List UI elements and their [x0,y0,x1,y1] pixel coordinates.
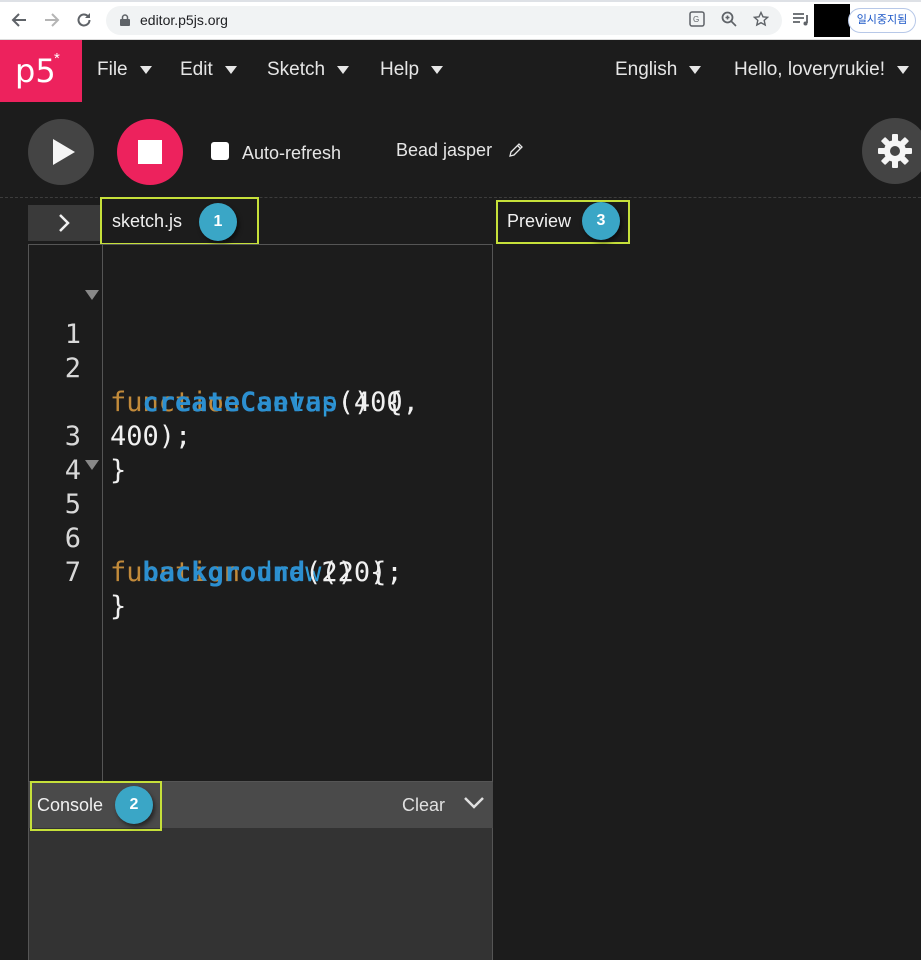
chevron-right-icon [59,214,70,232]
line-number: 7 [64,557,81,588]
forward-icon[interactable] [41,9,63,31]
builtin-token: background [142,557,306,588]
sketch-toolbar: Auto-refresh Bead jasper [0,102,921,198]
extension-icon[interactable] [814,4,850,37]
console-label: Console [37,795,104,815]
bookmark-star-icon[interactable] [752,10,770,29]
play-button[interactable] [28,119,94,185]
code-line: 1 function setup() { [29,284,494,418]
annotation-badge-1: 1 [199,203,237,241]
chevron-down-icon [431,66,444,74]
logo-asterisk: * [54,50,60,67]
code-line-wrapped: 400); [29,352,494,452]
reload-icon[interactable] [73,9,95,31]
auto-refresh-label: Auto-refresh [242,143,342,163]
menu-file-label: File [97,59,128,80]
pencil-icon[interactable] [508,142,524,158]
lock-icon [120,14,130,26]
preview-label: Preview [507,211,572,231]
user-greeting: Hello, loveryrukie! [734,59,885,80]
fold-arrow-icon[interactable] [85,290,99,300]
browser-toolbar: editor.p5js.org G 일시중지됨 [0,0,921,40]
chevron-down-icon [337,66,350,74]
chevron-down-icon [224,66,237,74]
back-icon[interactable] [8,9,30,31]
settings-button[interactable] [862,118,921,184]
paused-sync-button[interactable]: 일시중지됨 [848,8,916,33]
url-text: editor.p5js.org [140,12,228,28]
logo-text: p5 [15,52,56,90]
code-token: } [110,591,127,622]
p5-menu-bar: p5 * File Edit Sketch Help English Hello… [0,40,921,102]
console-clear-button[interactable]: Clear [402,795,445,816]
menu-help[interactable]: Help [380,59,444,81]
svg-text:G: G [693,15,699,24]
chevron-down-icon[interactable] [463,795,485,811]
code-line: 3 } [29,386,494,486]
code-line: 5 function draw() { [29,454,494,588]
zoom-icon[interactable] [720,11,738,29]
tab-sketch-js[interactable]: sketch.js [112,211,182,232]
play-icon [53,139,75,165]
language-label: English [615,59,678,80]
code-line: 6 background(220); [29,488,494,588]
auto-refresh-checkbox[interactable] [211,142,229,160]
console-output[interactable] [28,828,493,960]
code-token: (220); [305,557,403,588]
code-line: 4 [29,420,494,486]
chevron-down-icon [897,66,909,74]
menu-sketch-label: Sketch [267,59,326,80]
code-editor[interactable]: 1 function setup() { 2 createCanvas(400,… [28,244,494,783]
code-line: 2 createCanvas(400, [29,318,494,418]
user-menu[interactable]: Hello, loveryrukie! [734,59,909,81]
sidebar-toggle-button[interactable] [28,205,100,241]
p5-logo[interactable]: p5 * [0,40,82,102]
reading-list-icon[interactable] [792,11,810,29]
menu-file[interactable]: File [97,59,152,81]
code-line: 7 } [29,522,494,622]
annotation-badge-3: 3 [582,202,620,240]
menu-edit-label: Edit [180,59,213,80]
menu-sketch[interactable]: Sketch [267,59,350,81]
address-bar[interactable]: editor.p5js.org G [106,6,782,35]
menu-edit[interactable]: Edit [180,59,237,81]
annotation-badge-2: 2 [115,786,153,824]
code-content[interactable]: 1 function setup() { 2 createCanvas(400,… [29,284,494,622]
project-name[interactable]: Bead jasper [396,140,492,161]
language-select[interactable]: English [615,59,702,81]
stop-icon [138,140,162,164]
chevron-down-icon [139,66,152,74]
translate-icon[interactable]: G [688,11,706,29]
tab-strip-edge [0,0,921,2]
chevron-down-icon [689,66,702,74]
stop-button[interactable] [117,119,183,185]
gear-icon [878,134,912,168]
menu-help-label: Help [380,59,420,80]
fold-arrow-icon[interactable] [85,460,99,470]
